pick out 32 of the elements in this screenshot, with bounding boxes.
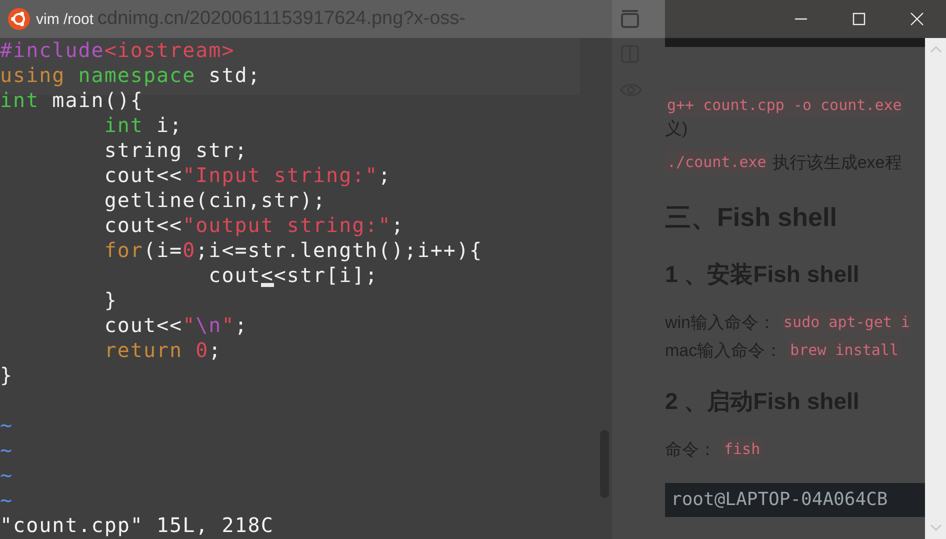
close-icon (910, 12, 924, 26)
code-line: using namespace std; (0, 63, 262, 88)
ubuntu-logo-icon (8, 8, 30, 30)
terminal-block: root@LAPTOP-04A064CB (665, 483, 925, 517)
code-line: cout<<"output string:"; (103, 213, 406, 238)
code-line: return 0; (103, 338, 223, 363)
code-line: getline(cin,str); (103, 188, 328, 213)
inline-code: ./count.exe (665, 150, 768, 174)
scroll-up-icon[interactable] (928, 44, 942, 54)
empty-line-marker: ~ (0, 488, 14, 512)
window-title: vim /root (36, 10, 94, 28)
code-line: string str; (103, 138, 249, 163)
code-line: int main(){ (0, 88, 144, 113)
panel-icon[interactable] (620, 9, 640, 29)
empty-line-marker: ~ (0, 413, 14, 437)
inline-code: fish (722, 437, 762, 461)
maximize-icon (852, 12, 866, 26)
empty-line-marker: ~ (0, 463, 14, 487)
code-line: cout<<str[i]; (208, 263, 380, 288)
status-line: "count.cpp" 15L, 218C (0, 513, 275, 538)
code-line: } (103, 288, 118, 313)
inline-code: sudo apt-get i (782, 310, 912, 334)
code-line: cout<<"Input string:"; (103, 163, 392, 188)
code-line: int i; (103, 113, 184, 138)
inline-code: brew install (788, 338, 900, 362)
empty-line-marker: ~ (0, 438, 14, 462)
code-line: #include<iostream> (0, 38, 236, 63)
code-line: } (0, 363, 14, 388)
scroll-down-icon[interactable] (928, 523, 942, 533)
code-line: cout<<"\n"; (103, 313, 249, 338)
code-line: for(i=0;i<=str.length();i++){ (103, 238, 484, 263)
inline-code: g++ count.cpp -o count.exe (665, 93, 904, 117)
